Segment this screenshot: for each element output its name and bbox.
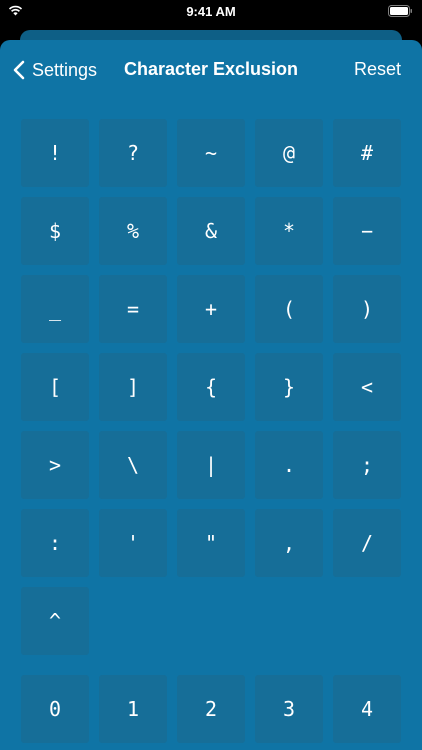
symbol-key[interactable]: {	[177, 353, 245, 421]
symbol-key[interactable]: }	[255, 353, 323, 421]
symbol-key[interactable]: (	[255, 275, 323, 343]
digit-key[interactable]: 0	[21, 675, 89, 743]
status-time: 9:41 AM	[186, 4, 236, 19]
symbol-key[interactable]: :	[21, 509, 89, 577]
digit-key[interactable]: 4	[333, 675, 401, 743]
symbol-key[interactable]: \	[99, 431, 167, 499]
symbol-key[interactable]: %	[99, 197, 167, 265]
symbol-key[interactable]: "	[177, 509, 245, 577]
symbol-key[interactable]: '	[99, 509, 167, 577]
symbol-key[interactable]: ^	[21, 587, 89, 655]
symbol-key[interactable]: |	[177, 431, 245, 499]
reset-button[interactable]: Reset	[354, 59, 401, 80]
battery-icon	[388, 5, 412, 17]
navigation-bar: Settings Character Exclusion Reset	[0, 40, 422, 100]
status-bar: 9:41 AM	[0, 0, 422, 24]
symbol-key[interactable]: ]	[99, 353, 167, 421]
symbol-key[interactable]: ;	[333, 431, 401, 499]
symbol-key[interactable]: /	[333, 509, 401, 577]
symbol-key[interactable]: &	[177, 197, 245, 265]
symbol-key[interactable]: ,	[255, 509, 323, 577]
symbol-key[interactable]: >	[21, 431, 89, 499]
digit-key[interactable]: 3	[255, 675, 323, 743]
symbol-key[interactable]: *	[255, 197, 323, 265]
screen: 9:41 AM Settings Character Exclusion Res…	[0, 0, 422, 750]
symbol-key[interactable]: !	[21, 119, 89, 187]
symbol-key[interactable]: [	[21, 353, 89, 421]
symbol-key[interactable]: #	[333, 119, 401, 187]
character-exclusion-sheet: Settings Character Exclusion Reset !? ~ @ #…	[0, 40, 422, 750]
symbol-key[interactable]: =	[99, 275, 167, 343]
digit-key[interactable]: 2	[177, 675, 245, 743]
digit-key[interactable]: 1	[99, 675, 167, 743]
symbol-key[interactable]: <	[333, 353, 401, 421]
symbol-key[interactable]: $	[21, 197, 89, 265]
symbol-key[interactable]: _	[21, 275, 89, 343]
symbol-key[interactable]: −	[333, 197, 401, 265]
symbol-key[interactable]: )	[333, 275, 401, 343]
symbol-key[interactable]: .	[255, 431, 323, 499]
symbol-key[interactable]: +	[177, 275, 245, 343]
symbol-key[interactable]: ?	[99, 119, 167, 187]
symbol-key[interactable]: ~	[177, 119, 245, 187]
symbol-key[interactable]: @	[255, 119, 323, 187]
